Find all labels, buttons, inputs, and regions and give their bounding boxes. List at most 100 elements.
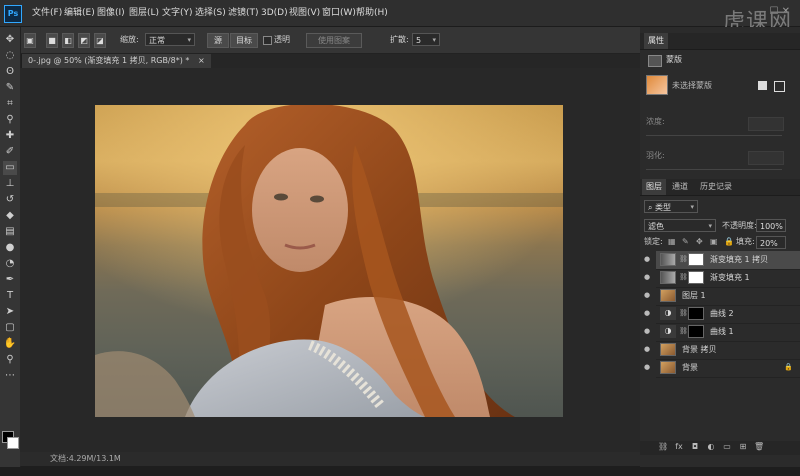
visibility-eye-icon[interactable]: ●	[644, 327, 652, 335]
mask-link-icon[interactable]: ⛓	[679, 327, 688, 335]
pen-tool-icon[interactable]: ✒	[3, 273, 17, 287]
layer-row[interactable]: ● 背景 拷贝	[644, 341, 800, 360]
menu-window[interactable]: 窗口(W)	[322, 0, 356, 26]
layer-row[interactable]: ● ⛓ 渐变填充 1	[644, 269, 800, 288]
gradient-tool-icon[interactable]: ▤	[3, 225, 17, 239]
pixel-mask-icon[interactable]	[758, 81, 767, 90]
mask-link-icon[interactable]: ⛓	[679, 309, 688, 317]
shape-tool-icon[interactable]: ▢	[3, 321, 17, 335]
add-selection-icon[interactable]: ◧	[62, 33, 74, 48]
lock-transparent-icon[interactable]: ▦	[668, 237, 676, 246]
patch-tool-icon[interactable]: ▣	[24, 33, 36, 48]
opacity-field[interactable]: 100%	[756, 219, 786, 232]
fill-field[interactable]: 20%	[756, 236, 786, 249]
link-layers-icon[interactable]: ⛓	[658, 442, 668, 452]
source-button[interactable]: 源	[207, 33, 229, 48]
eyedropper-tool-icon[interactable]: ⚲	[3, 113, 17, 127]
menu-image[interactable]: 图像(I)	[97, 0, 125, 26]
zoom-tool-icon[interactable]: ⚲	[3, 353, 17, 367]
quick-select-tool-icon[interactable]: ✎	[3, 81, 17, 95]
density-slider[interactable]	[646, 135, 782, 136]
layer-name: 渐变填充 1 拷贝	[710, 255, 769, 264]
move-tool-icon[interactable]: ✥	[3, 33, 17, 47]
background-color-swatch[interactable]	[7, 437, 19, 449]
menu-3d[interactable]: 3D(D)	[261, 0, 288, 26]
trash-icon[interactable]: 🗑	[754, 442, 764, 452]
layer-filter-select[interactable]: ⌕ 类型 ▾	[644, 200, 698, 213]
dodge-tool-icon[interactable]: ◔	[3, 257, 17, 271]
tab-history[interactable]: 历史记录	[696, 179, 736, 195]
vector-mask-icon[interactable]	[774, 81, 785, 92]
visibility-eye-icon[interactable]: ●	[644, 309, 652, 317]
type-tool-icon[interactable]: T	[3, 289, 17, 303]
transparent-checkbox[interactable]	[263, 36, 272, 45]
tab-properties[interactable]: 属性	[644, 33, 668, 49]
visibility-eye-icon[interactable]: ●	[644, 291, 652, 299]
layer-mask-thumbnail[interactable]	[688, 325, 704, 338]
visibility-eye-icon[interactable]: ●	[644, 273, 652, 281]
lasso-tool-icon[interactable]: ʘ	[3, 65, 17, 79]
menu-file[interactable]: 文件(F)	[32, 0, 62, 26]
layer-row[interactable]: ● ◑ ⛓ 曲线 1	[644, 323, 800, 342]
eraser-tool-icon[interactable]: ◆	[3, 209, 17, 223]
density-field[interactable]	[748, 117, 784, 131]
tab-layers[interactable]: 图层	[642, 179, 666, 195]
mask-link-icon[interactable]: ⛓	[679, 255, 688, 263]
blur-tool-icon[interactable]: ●	[3, 241, 17, 255]
layer-mask-thumbnail[interactable]	[688, 253, 704, 266]
menu-view[interactable]: 视图(V)	[289, 0, 320, 26]
lock-artboard-icon[interactable]: ▣	[710, 237, 718, 246]
canvas-area[interactable]	[20, 68, 640, 452]
visibility-eye-icon[interactable]: ●	[644, 255, 652, 263]
clone-stamp-tool-icon[interactable]: ⊥	[3, 177, 17, 191]
add-mask-icon[interactable]: ◘	[690, 442, 700, 452]
menu-type[interactable]: 文字(Y)	[162, 0, 193, 26]
menu-select[interactable]: 选择(S)	[195, 0, 226, 26]
menu-edit[interactable]: 编辑(E)	[64, 0, 95, 26]
document-tab[interactable]: 0-.jpg @ 50% (渐变填充 1 拷贝, RGB/8*) * ×	[22, 54, 211, 68]
patch-tool-icon[interactable]: ▭	[3, 161, 17, 175]
lock-position-icon[interactable]: ✥	[696, 237, 703, 246]
new-selection-icon[interactable]: ■	[46, 33, 58, 48]
layer-row[interactable]: ● 图层 1	[644, 287, 800, 306]
lock-all-icon[interactable]: 🔒	[724, 237, 734, 246]
blend-mode-select[interactable]: 滤色 ▾	[644, 219, 716, 232]
history-brush-tool-icon[interactable]: ↺	[3, 193, 17, 207]
new-layer-icon[interactable]: ⊞	[738, 442, 748, 452]
layer-thumbnail	[660, 289, 676, 302]
visibility-eye-icon[interactable]: ●	[644, 345, 652, 353]
lock-pixels-icon[interactable]: ✎	[682, 237, 689, 246]
feather-slider[interactable]	[646, 169, 782, 170]
intersect-selection-icon[interactable]: ◪	[94, 33, 106, 48]
mode-select[interactable]: 正常 ▾	[145, 33, 195, 46]
diffusion-select[interactable]: 5 ▾	[412, 33, 440, 46]
layer-mask-thumbnail[interactable]	[688, 271, 704, 284]
mask-link-icon[interactable]: ⛓	[679, 273, 688, 281]
menu-layer[interactable]: 图层(L)	[129, 0, 159, 26]
menu-help[interactable]: 帮助(H)	[356, 0, 388, 26]
layer-row[interactable]: ● ⛓ 渐变填充 1 拷贝	[644, 251, 800, 270]
crop-tool-icon[interactable]: ⌗	[3, 97, 17, 111]
right-panels: 属性 蒙版 未选择蒙版 浓度: 羽化: 图层 通道 历史记录 ⌕ 类型 ▾ 滤色…	[640, 27, 800, 467]
visibility-eye-icon[interactable]: ●	[644, 363, 652, 371]
feather-field[interactable]	[748, 151, 784, 165]
layer-mask-thumbnail[interactable]	[688, 307, 704, 320]
adjustment-layer-icon[interactable]: ◐	[706, 442, 716, 452]
healing-brush-tool-icon[interactable]: ✚	[3, 129, 17, 143]
layer-row[interactable]: ● 背景 🔒	[644, 359, 800, 378]
use-pattern-button[interactable]: 使用图案	[306, 33, 362, 48]
destination-button[interactable]: 目标	[230, 33, 258, 48]
group-icon[interactable]: ▭	[722, 442, 732, 452]
hand-tool-icon[interactable]: ✋	[3, 337, 17, 351]
layer-row[interactable]: ● ◑ ⛓ 曲线 2	[644, 305, 800, 324]
path-select-tool-icon[interactable]: ➤	[3, 305, 17, 319]
more-tools-icon[interactable]: ⋯	[3, 369, 17, 383]
document-photo[interactable]	[95, 105, 563, 417]
fx-icon[interactable]: fx	[674, 442, 684, 452]
menu-filter[interactable]: 滤镜(T)	[228, 0, 259, 26]
close-icon[interactable]: ×	[198, 56, 205, 65]
subtract-selection-icon[interactable]: ◩	[78, 33, 90, 48]
marquee-tool-icon[interactable]: ◌	[3, 49, 17, 63]
brush-tool-icon[interactable]: ✐	[3, 145, 17, 159]
tab-channels[interactable]: 通道	[668, 179, 692, 195]
